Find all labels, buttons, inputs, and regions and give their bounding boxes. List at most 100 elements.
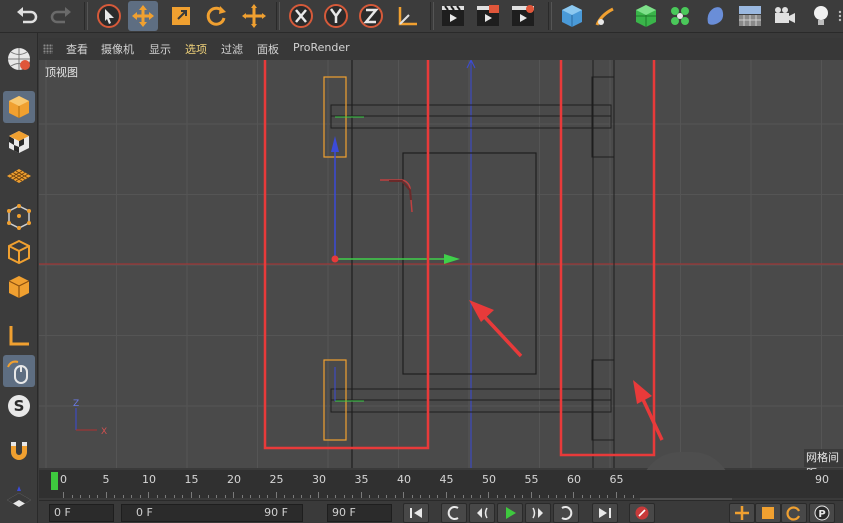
annotation-arrow-center bbox=[469, 300, 523, 358]
model-cube-icon bbox=[9, 96, 29, 118]
goto-start-button[interactable] bbox=[403, 503, 429, 523]
timeline-tick bbox=[377, 495, 379, 498]
z-axis-icon bbox=[359, 4, 383, 28]
axis-mode-button[interactable] bbox=[3, 320, 35, 352]
undo-button[interactable] bbox=[12, 1, 42, 31]
polygons-mode-button[interactable] bbox=[3, 271, 35, 303]
timeline-tick-label: 55 bbox=[524, 473, 539, 486]
parameter-key-button[interactable]: P bbox=[809, 503, 835, 523]
toolbar-overflow[interactable] bbox=[837, 1, 843, 31]
timeline-tick-label: 10 bbox=[142, 473, 156, 486]
snap-button[interactable]: S bbox=[3, 390, 35, 422]
pen-button[interactable] bbox=[591, 1, 621, 31]
model-mode-button[interactable] bbox=[3, 91, 35, 123]
select-tool-button[interactable] bbox=[94, 1, 124, 31]
timeline-tick bbox=[241, 495, 243, 498]
timeline-tick bbox=[403, 492, 404, 498]
rotate-key-button[interactable] bbox=[781, 503, 807, 523]
y-axis-icon bbox=[324, 4, 348, 28]
record-icon bbox=[635, 506, 649, 520]
render-settings-button[interactable] bbox=[508, 1, 538, 31]
parameter-p-icon: P bbox=[814, 505, 830, 521]
floor-icon bbox=[739, 6, 761, 26]
timeline-tick-label: 40 bbox=[397, 473, 411, 486]
timeline-playhead[interactable] bbox=[51, 472, 58, 490]
edges-mode-button[interactable] bbox=[3, 236, 35, 268]
move-tool-button[interactable] bbox=[128, 1, 158, 31]
render-picture-viewer-button[interactable] bbox=[473, 1, 503, 31]
svg-text:P: P bbox=[818, 509, 825, 520]
cloner-button[interactable] bbox=[665, 1, 695, 31]
mouse-tweak-icon bbox=[7, 360, 28, 384]
points-mode-button[interactable] bbox=[3, 201, 35, 233]
menu-cameras[interactable]: 摄像机 bbox=[101, 41, 134, 57]
top-viewport[interactable]: Z X 顶视图 bbox=[39, 60, 843, 468]
goto-end-button[interactable] bbox=[592, 503, 618, 523]
timeline-end-label: 90 bbox=[815, 473, 829, 486]
camera-button[interactable] bbox=[770, 1, 800, 31]
timeline-tick bbox=[505, 495, 506, 498]
menu-display[interactable]: 显示 bbox=[149, 41, 171, 57]
render-view-button[interactable] bbox=[438, 1, 468, 31]
range-start-value: 0 F bbox=[136, 506, 153, 519]
live-select-button[interactable] bbox=[239, 1, 269, 31]
undo-icon bbox=[17, 7, 38, 24]
prev-key-button[interactable] bbox=[441, 503, 467, 523]
timeline-tick bbox=[122, 495, 124, 498]
timeline-tick bbox=[182, 495, 183, 498]
scale-icon bbox=[172, 7, 190, 25]
magnet-button[interactable] bbox=[3, 435, 35, 467]
polygons-icon bbox=[8, 276, 30, 298]
timeline-tick bbox=[488, 492, 489, 498]
move-key-button[interactable] bbox=[729, 503, 755, 523]
record-keys-button[interactable] bbox=[629, 503, 655, 523]
menu-panel[interactable]: 面板 bbox=[257, 41, 279, 57]
workplane-snap-button[interactable] bbox=[3, 483, 35, 515]
timeline-ruler[interactable]: 0 5 10 15 20 25 30 35 40 45 50 55 60 65 90 bbox=[39, 470, 843, 498]
timeline-tick bbox=[292, 495, 294, 498]
workplane-mode-button[interactable] bbox=[3, 161, 35, 193]
timeline-tick bbox=[513, 495, 515, 498]
timeline-tick bbox=[326, 495, 328, 498]
floor-button[interactable] bbox=[735, 1, 765, 31]
menu-view[interactable]: 查看 bbox=[66, 41, 88, 57]
toolbar-separator bbox=[430, 2, 434, 30]
timeline-tick bbox=[335, 495, 336, 498]
scale-key-button[interactable] bbox=[755, 503, 781, 523]
grid-spacing-label: 网格间距 bbox=[804, 449, 843, 480]
current-frame-field[interactable]: 0 F bbox=[49, 504, 114, 522]
timeline-tick bbox=[394, 495, 396, 498]
tweak-mode-button[interactable] bbox=[3, 355, 35, 387]
play-icon bbox=[506, 507, 516, 519]
cube-button[interactable] bbox=[557, 1, 587, 31]
menu-options[interactable]: 选项 bbox=[185, 41, 207, 57]
deformer-button[interactable] bbox=[700, 1, 730, 31]
rotate-tool-button[interactable] bbox=[201, 1, 231, 31]
prev-frame-button[interactable] bbox=[469, 503, 495, 523]
redo-button[interactable] bbox=[46, 1, 76, 31]
scale-tool-button[interactable] bbox=[166, 1, 196, 31]
play-button[interactable] bbox=[497, 503, 523, 523]
y-axis-button[interactable] bbox=[321, 1, 351, 31]
texture-mode-button[interactable] bbox=[3, 126, 35, 158]
x-axis-button[interactable] bbox=[286, 1, 316, 31]
max-frame-field[interactable]: 90 F bbox=[327, 504, 392, 522]
next-frame-button[interactable] bbox=[525, 503, 551, 523]
subdivision-button[interactable] bbox=[631, 1, 661, 31]
cloner-icon bbox=[671, 7, 689, 25]
timeline-tick bbox=[386, 495, 387, 498]
make-editable-button[interactable] bbox=[3, 43, 35, 75]
frame-range-slider[interactable]: 0 F 90 F bbox=[121, 504, 303, 522]
timeline-tick-label: 30 bbox=[312, 473, 326, 486]
timeline-tick bbox=[556, 495, 557, 498]
toolbar-separator bbox=[548, 2, 552, 30]
menu-prorender[interactable]: ProRender bbox=[293, 41, 350, 54]
coordinate-system-button[interactable] bbox=[393, 1, 423, 31]
light-button[interactable] bbox=[806, 1, 836, 31]
prev-key-icon bbox=[447, 506, 459, 520]
next-key-button[interactable] bbox=[553, 503, 579, 523]
z-axis-button[interactable] bbox=[356, 1, 386, 31]
rotate-icon bbox=[206, 6, 226, 26]
menu-filter[interactable]: 过滤 bbox=[221, 41, 243, 57]
menu-grip-handle[interactable] bbox=[43, 44, 53, 54]
